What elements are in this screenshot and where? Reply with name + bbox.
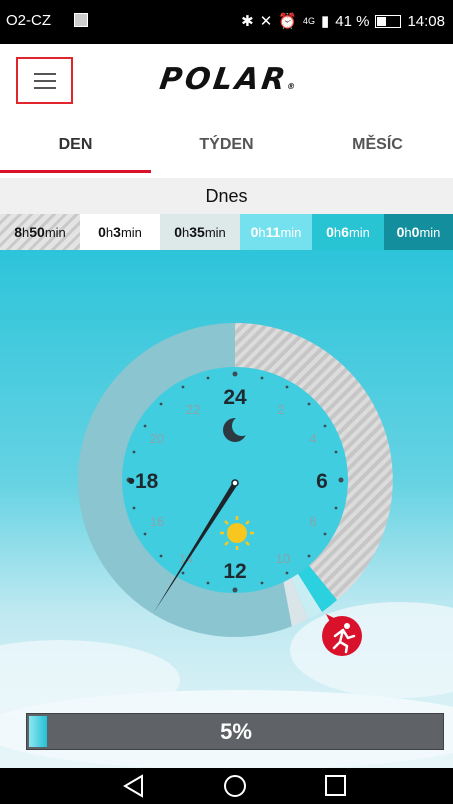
back-icon[interactable] bbox=[123, 774, 143, 798]
tab-week[interactable]: TÝDEN bbox=[151, 123, 302, 173]
tab-day[interactable]: DEN bbox=[0, 123, 151, 173]
battery-icon bbox=[375, 14, 402, 28]
svg-text:20: 20 bbox=[150, 431, 164, 446]
recents-icon[interactable] bbox=[325, 775, 346, 796]
activity-stats-strip: 8h50min 0h3min 0h35min 0h11min 0h6min 0h… bbox=[0, 214, 453, 250]
bluetooth-icon: ✱ bbox=[241, 13, 254, 30]
status-bar: O2-CZ ✱ ✕ ⏰ 4G ▮ 41 % 14:08 bbox=[0, 0, 453, 44]
stat-very-high[interactable]: 0h0min bbox=[384, 214, 453, 250]
hour-6: 6 bbox=[316, 470, 328, 493]
activity-clock-scene: 24 6 12 •18 22 2 20 4 16 8 14 10 5% bbox=[0, 250, 453, 768]
nav-buttons bbox=[123, 774, 346, 798]
home-icon[interactable] bbox=[224, 775, 246, 797]
mute-icon: ✕ bbox=[259, 13, 273, 30]
period-tabs: DEN TÝDEN MĚSÍC bbox=[0, 123, 453, 173]
clock-time: 14:08 bbox=[407, 12, 445, 30]
svg-text:22: 22 bbox=[186, 402, 200, 417]
tab-month[interactable]: MĚSÍC bbox=[302, 123, 453, 173]
date-label: Dnes bbox=[0, 178, 453, 214]
alarm-icon: ⏰ bbox=[278, 13, 297, 30]
notification-icon bbox=[74, 13, 88, 27]
svg-text:2: 2 bbox=[277, 402, 284, 417]
status-icons: ✱ ✕ ⏰ 4G ▮ 41 % 14:08 bbox=[241, 12, 445, 31]
carrier-label: O2-CZ bbox=[6, 12, 51, 29]
stat-high[interactable]: 0h6min bbox=[312, 214, 384, 250]
hand-pivot bbox=[231, 479, 239, 487]
signal-4g-icon: 4G bbox=[302, 16, 315, 26]
signal-bars-icon: ▮ bbox=[320, 13, 330, 30]
svg-text:4: 4 bbox=[309, 431, 316, 446]
stat-medium[interactable]: 0h11min bbox=[240, 214, 312, 250]
activity-clock: 24 6 12 •18 22 2 20 4 16 8 14 10 bbox=[0, 322, 453, 768]
stat-sleep[interactable]: 8h50min bbox=[0, 214, 80, 250]
cloud-shape bbox=[290, 602, 453, 698]
stat-sitting[interactable]: 0h3min bbox=[80, 214, 160, 250]
svg-text:8: 8 bbox=[309, 514, 316, 529]
hour-18: •18 bbox=[128, 470, 159, 493]
hour-12: 12 bbox=[223, 560, 246, 583]
stat-low[interactable]: 0h35min bbox=[160, 214, 240, 250]
android-nav-bar bbox=[0, 768, 453, 804]
goal-progress-bar: 5% bbox=[26, 713, 444, 750]
battery-percent: 41 % bbox=[335, 12, 370, 30]
hamburger-menu-icon[interactable] bbox=[16, 57, 73, 104]
goal-progress-label: 5% bbox=[220, 719, 252, 744]
polar-logo: POLAR® bbox=[157, 62, 299, 97]
svg-text:16: 16 bbox=[150, 514, 164, 529]
svg-text:10: 10 bbox=[276, 551, 290, 566]
hour-24: 24 bbox=[223, 386, 247, 409]
